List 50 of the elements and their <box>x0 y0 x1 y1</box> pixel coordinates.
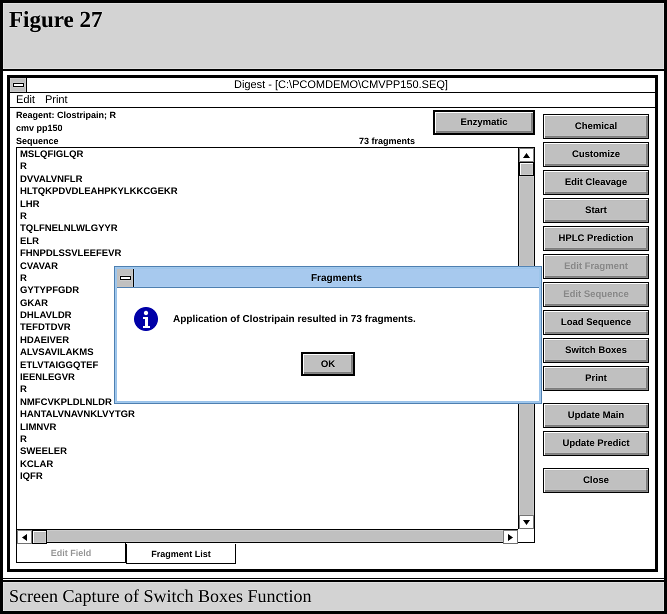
action-button[interactable]: Print <box>543 366 649 391</box>
scroll-thumb[interactable] <box>519 162 534 176</box>
scroll-left-icon[interactable] <box>17 530 32 544</box>
fragment-row[interactable]: R <box>20 161 515 174</box>
action-button[interactable]: Update Predict <box>543 431 649 456</box>
fragment-row[interactable]: FHNPDLSSVLEEFEVR <box>20 248 515 261</box>
fragment-row[interactable]: R <box>20 434 515 446</box>
figure-caption: Screen Capture of Switch Boxes Function <box>3 581 664 611</box>
fragment-row[interactable]: SWEELER <box>20 446 515 459</box>
sequence-label: Sequence <box>16 136 59 146</box>
sequence-name: cmv pp150 <box>16 123 64 133</box>
fragment-row[interactable]: IQFR <box>20 471 515 484</box>
scroll-thumb[interactable] <box>32 530 47 544</box>
horizontal-scrollbar[interactable] <box>17 529 518 542</box>
action-button[interactable]: HPLC Prediction <box>543 226 649 251</box>
fragment-row[interactable]: KCLAR <box>20 458 515 472</box>
info-icon <box>133 306 159 332</box>
figure-title: Figure 27 <box>3 3 664 71</box>
action-button[interactable]: Load Sequence <box>543 310 649 335</box>
dialog-title: Fragments <box>310 272 364 284</box>
action-button[interactable]: Start <box>543 198 649 223</box>
fragment-row[interactable]: LIMNVR <box>20 422 515 434</box>
fragment-row[interactable]: HANTALVNAVNKLVYTGR <box>20 409 515 422</box>
menu-item[interactable]: Edit <box>16 94 35 106</box>
tab[interactable]: Fragment List <box>126 544 236 564</box>
dialog-message: Application of Clostripain resulted in 73 fragments. <box>173 314 416 324</box>
system-menu-icon[interactable] <box>10 78 27 92</box>
fragment-row[interactable]: LHR <box>20 198 515 211</box>
system-menu-icon[interactable] <box>117 269 134 287</box>
action-button[interactable]: Close <box>543 468 649 493</box>
action-button[interactable]: Switch Boxes <box>543 338 649 363</box>
fragment-row[interactable]: ELR <box>20 236 515 248</box>
mode-button[interactable]: Chemical <box>543 114 649 139</box>
scroll-down-icon[interactable] <box>519 515 534 529</box>
fragment-row[interactable]: HLTQKPDVDLEAHPKYLKKCGEKR <box>20 186 515 199</box>
fragment-count: 73 fragments <box>358 136 415 146</box>
action-button[interactable]: Edit Cleavage <box>543 170 649 195</box>
menu-item[interactable]: Print <box>44 94 68 106</box>
fragment-row[interactable]: MSLQFIGLQR <box>20 149 515 162</box>
action-button[interactable]: Update Main <box>543 403 649 428</box>
ok-button[interactable]: OK <box>301 352 355 376</box>
scroll-right-icon[interactable] <box>503 530 518 544</box>
reagent-label: Reagent: Clostripain; R <box>16 110 116 120</box>
mode-button[interactable]: Enzymatic <box>433 110 535 135</box>
fragment-row[interactable]: R <box>20 210 515 224</box>
window-title: Digest - [C:\PCOMDEMO\CMVPP150.SEQ] <box>233 79 449 91</box>
scroll-up-icon[interactable] <box>519 148 534 162</box>
fragment-row[interactable]: TQLFNELNLWLGYYR <box>20 223 515 236</box>
fragment-row[interactable]: DVVALVNFLR <box>20 174 515 186</box>
action-button[interactable]: Customize <box>543 142 649 167</box>
